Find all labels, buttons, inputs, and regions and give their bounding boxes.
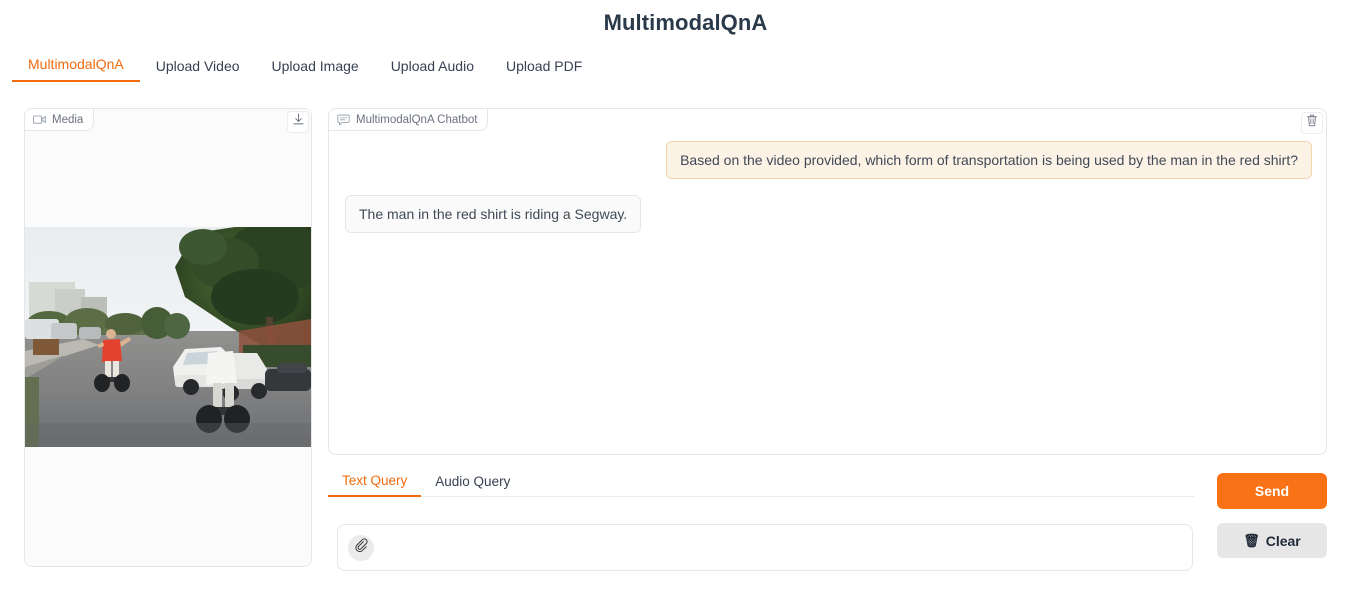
query-input-container[interactable] — [337, 524, 1193, 571]
tab-upload-image[interactable]: Upload Image — [256, 58, 375, 82]
wastebasket-icon: 🗑 — [1243, 532, 1260, 548]
page-title: MultimodalQnA — [603, 10, 768, 35]
user-message-bubble: Based on the video provided, which form … — [666, 141, 1312, 179]
message-row-bot: The man in the red shirt is riding a Seg… — [345, 195, 1312, 233]
tab-multimodalqna[interactable]: MultimodalQnA — [12, 56, 140, 82]
download-media-button[interactable] — [287, 111, 309, 133]
message-row-user: Based on the video provided, which form … — [345, 141, 1312, 179]
chat-bubble-icon — [337, 113, 350, 126]
chatbot-panel: MultimodalQnA Chatbot Based on the video… — [328, 108, 1327, 455]
paperclip-icon — [354, 538, 368, 557]
clear-chat-button[interactable] — [1301, 112, 1323, 134]
tab-upload-video[interactable]: Upload Video — [140, 58, 256, 82]
media-stage[interactable] — [25, 109, 311, 566]
tab-text-query[interactable]: Text Query — [328, 473, 422, 497]
clear-button[interactable]: 🗑 Clear — [1217, 523, 1327, 558]
top-tab-bar: MultimodalQnA Upload Video Upload Image … — [12, 52, 598, 82]
clear-button-label: Clear — [1265, 532, 1301, 549]
attach-file-button[interactable] — [348, 534, 374, 561]
chatbot-panel-label: MultimodalQnA Chatbot — [329, 109, 489, 131]
tab-upload-pdf[interactable]: Upload PDF — [490, 58, 598, 82]
tab-upload-audio[interactable]: Upload Audio — [375, 58, 490, 82]
tab-audio-query[interactable]: Audio Query — [421, 474, 524, 496]
video-frame[interactable] — [25, 227, 311, 447]
app-root: MultimodalQnA MultimodalQnA Upload Video… — [0, 0, 1371, 608]
video-camera-icon — [33, 113, 46, 126]
media-panel-label-text: Media — [52, 113, 84, 126]
trash-icon — [1306, 114, 1318, 132]
video-thumbnail-image — [25, 227, 311, 447]
query-tab-bar: Text Query Audio Query — [328, 471, 1194, 497]
query-text-input[interactable] — [374, 525, 1182, 570]
chatbot-panel-label-text: MultimodalQnA Chatbot — [356, 113, 478, 126]
media-panel-label: Media — [25, 109, 95, 131]
message-list: Based on the video provided, which form … — [329, 141, 1326, 454]
send-button[interactable]: Send — [1217, 473, 1327, 509]
media-panel: Media — [24, 108, 312, 567]
download-icon — [292, 113, 305, 131]
bot-message-bubble: The man in the red shirt is riding a Seg… — [345, 195, 642, 233]
tab-bar-divider — [0, 81, 1371, 82]
